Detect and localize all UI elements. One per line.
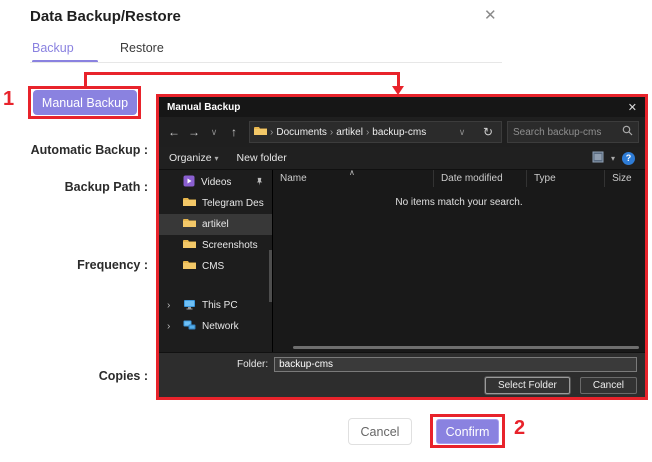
tab-divider [30, 62, 502, 63]
search-input[interactable] [513, 126, 622, 138]
file-list-header: Name Date modified Type Size ∧ [273, 168, 645, 187]
folder-icon [183, 218, 196, 231]
file-dialog-title: Manual Backup [167, 101, 241, 113]
view-caret-icon[interactable]: ▾ [611, 154, 615, 163]
file-dialog-sidebar: Videos Telegram Deskto artikel [159, 170, 272, 352]
page-title: Data Backup/Restore [30, 8, 181, 25]
forward-icon[interactable]: → [185, 125, 203, 139]
annotation-arrow-left-stem [84, 72, 87, 86]
breadcrumb-separator: › [365, 126, 370, 138]
refresh-icon[interactable]: ↻ [479, 125, 497, 139]
new-folder-button[interactable]: New folder [237, 152, 287, 164]
confirm-button[interactable]: Confirm [436, 419, 499, 444]
column-header-size[interactable]: Size [604, 170, 645, 187]
sidebar-item-telegram-desktop[interactable]: Telegram Deskto [159, 193, 272, 214]
videos-icon [183, 175, 195, 190]
sidebar-item-this-pc[interactable]: › This PC [159, 295, 272, 316]
folder-icon [183, 260, 196, 273]
view-details-icon[interactable] [592, 151, 604, 166]
field-label-frequency: Frequency : [77, 258, 148, 272]
file-dialog-footer: Folder: Select Folder Cancel [159, 352, 645, 397]
back-icon[interactable]: ← [165, 125, 183, 139]
recent-locations-icon[interactable]: ∨ [205, 127, 223, 138]
folder-icon [183, 239, 196, 252]
sidebar-item-cms[interactable]: CMS [159, 256, 272, 277]
sidebar-item-videos[interactable]: Videos [159, 172, 272, 193]
breadcrumb-documents[interactable]: Documents [276, 127, 327, 138]
help-icon[interactable]: ? [622, 151, 635, 165]
tab-restore[interactable]: Restore [120, 41, 164, 55]
folder-icon [254, 123, 267, 141]
folder-icon [183, 197, 196, 210]
organize-caret-icon: ▾ [214, 154, 219, 163]
file-dialog-cancel-button[interactable]: Cancel [579, 377, 637, 394]
address-bar[interactable]: › Documents › artikel › backup-cms ∨ ↻ [249, 121, 502, 143]
empty-list-message: No items match your search. [395, 197, 523, 208]
network-icon [183, 320, 196, 334]
breadcrumb-separator: › [329, 126, 334, 138]
field-label-backup-path: Backup Path : [64, 180, 148, 194]
folder-name-input[interactable] [274, 357, 637, 372]
search-box[interactable] [507, 121, 639, 143]
step-1-label: 1 [3, 88, 15, 110]
organize-menu[interactable]: Organize ▾ [169, 152, 219, 164]
expand-chevron-icon[interactable]: › [167, 321, 170, 332]
file-dialog-toolbar: Organize ▾ New folder ▾ ? [159, 147, 645, 170]
column-header-date-modified[interactable]: Date modified [432, 170, 526, 187]
annotation-arrow-right-stem [397, 72, 400, 87]
search-icon [622, 123, 633, 141]
sidebar-item-screenshots[interactable]: Screenshots [159, 235, 272, 256]
breadcrumb-artikel[interactable]: artikel [336, 127, 363, 138]
sort-ascending-icon: ∧ [349, 168, 355, 177]
this-pc-icon [183, 299, 196, 313]
up-icon[interactable]: ↑ [225, 125, 243, 139]
file-dialog-navbar: ← → ∨ ↑ › Documents › artikel › backup-c… [159, 117, 645, 147]
field-label-copies: Copies : [98, 369, 148, 383]
sidebar-item-network[interactable]: › Network [159, 316, 272, 337]
file-dialog-close-icon[interactable]: ✕ [628, 101, 637, 114]
tab-backup[interactable]: Backup [32, 41, 74, 55]
select-folder-button[interactable]: Select Folder [484, 377, 570, 394]
expand-chevron-icon[interactable]: › [167, 300, 170, 311]
breadcrumb-separator: › [270, 126, 274, 138]
annotation-arrow-horizontal [84, 72, 400, 75]
manual-backup-button[interactable]: Manual Backup [33, 90, 137, 115]
column-header-type[interactable]: Type [525, 170, 604, 187]
address-dropdown-icon[interactable]: ∨ [453, 127, 471, 138]
screen: Data Backup/Restore ✕ Backup Restore Man… [0, 0, 652, 462]
breadcrumb-backup-cms[interactable]: backup-cms [372, 127, 426, 138]
file-list: Name Date modified Type Size ∧ No items … [272, 168, 645, 352]
annotation-arrowhead-icon [392, 86, 404, 95]
file-dialog-content: Videos Telegram Deskto artikel [159, 168, 645, 352]
field-label-automatic-backup: Automatic Backup : [30, 143, 148, 157]
close-icon[interactable]: ✕ [484, 6, 497, 24]
sidebar-divider [159, 277, 272, 295]
file-picker-dialog: Manual Backup ✕ ← → ∨ ↑ › Documents › ar… [156, 94, 648, 400]
pin-icon [255, 177, 264, 189]
sidebar-item-artikel[interactable]: artikel [159, 214, 272, 235]
horizontal-scrollbar[interactable] [293, 346, 639, 349]
file-dialog-titlebar: Manual Backup ✕ [159, 97, 645, 117]
folder-field-label: Folder: [237, 359, 269, 370]
cancel-button[interactable]: Cancel [348, 418, 412, 445]
step-2-label: 2 [514, 417, 526, 439]
